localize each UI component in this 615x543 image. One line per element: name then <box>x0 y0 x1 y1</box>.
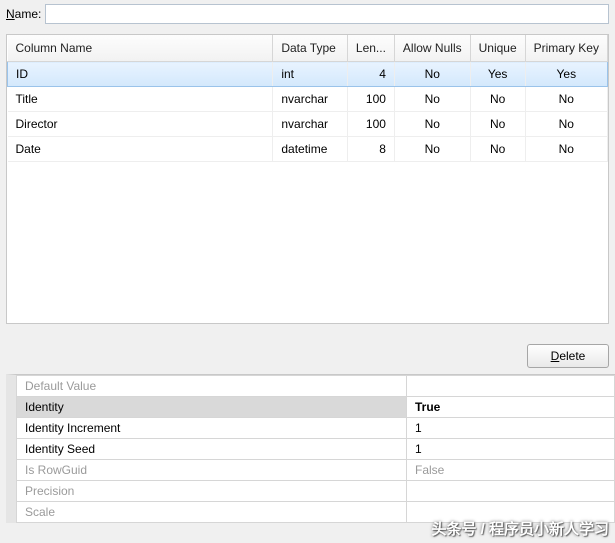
cell-unique[interactable]: No <box>470 87 525 112</box>
property-row[interactable]: IdentityTrue <box>17 397 615 418</box>
table-row[interactable]: Titlenvarchar100NoNoNo <box>8 87 608 112</box>
property-row: Default Value <box>17 376 615 397</box>
column-header[interactable]: Unique <box>470 35 525 62</box>
property-value: False <box>407 460 615 481</box>
cell-pk[interactable]: No <box>525 112 607 137</box>
column-header[interactable]: Data Type <box>273 35 348 62</box>
property-key: Identity Increment <box>17 418 407 439</box>
name-label: Name: <box>6 7 41 21</box>
cell-len[interactable]: 8 <box>347 137 394 162</box>
cell-nulls[interactable]: No <box>394 62 470 87</box>
column-header[interactable]: Primary Key <box>525 35 607 62</box>
cell-len[interactable]: 100 <box>347 112 394 137</box>
table-row[interactable]: Directornvarchar100NoNoNo <box>8 112 608 137</box>
property-key: Precision <box>17 481 407 502</box>
cell-name[interactable]: Director <box>8 112 273 137</box>
property-grid[interactable]: Default ValueIdentityTrueIdentity Increm… <box>6 374 615 523</box>
table-row[interactable]: Datedatetime8NoNoNo <box>8 137 608 162</box>
cell-name[interactable]: ID <box>8 62 273 87</box>
cell-name[interactable]: Date <box>8 137 273 162</box>
cell-unique[interactable]: Yes <box>470 62 525 87</box>
cell-pk[interactable]: No <box>525 87 607 112</box>
property-row[interactable]: Identity Increment1 <box>17 418 615 439</box>
button-row: Delete <box>0 338 615 374</box>
cell-len[interactable]: 100 <box>347 87 394 112</box>
cell-type[interactable]: nvarchar <box>273 112 348 137</box>
column-header[interactable]: Column Name <box>8 35 273 62</box>
delete-button[interactable]: Delete <box>527 344 609 368</box>
cell-len[interactable]: 4 <box>347 62 394 87</box>
property-value[interactable]: 1 <box>407 418 615 439</box>
property-row: Is RowGuidFalse <box>17 460 615 481</box>
cell-nulls[interactable]: No <box>394 112 470 137</box>
cell-name[interactable]: Title <box>8 87 273 112</box>
cell-type[interactable]: int <box>273 62 348 87</box>
property-row: Precision <box>17 481 615 502</box>
columns-grid[interactable]: Column NameData TypeLen...Allow NullsUni… <box>6 34 609 324</box>
name-field-row: Name: <box>0 0 615 30</box>
cell-nulls[interactable]: No <box>394 137 470 162</box>
property-value[interactable]: 1 <box>407 439 615 460</box>
property-value <box>407 376 615 397</box>
property-key: Identity <box>17 397 407 418</box>
property-key: Default Value <box>17 376 407 397</box>
cell-type[interactable]: datetime <box>273 137 348 162</box>
cell-pk[interactable]: Yes <box>525 62 607 87</box>
cell-type[interactable]: nvarchar <box>273 87 348 112</box>
name-input[interactable] <box>45 4 609 24</box>
property-key: Scale <box>17 502 407 523</box>
property-value <box>407 481 615 502</box>
cell-nulls[interactable]: No <box>394 87 470 112</box>
property-row: Scale <box>17 502 615 523</box>
property-row[interactable]: Identity Seed1 <box>17 439 615 460</box>
property-value <box>407 502 615 523</box>
column-header[interactable]: Len... <box>347 35 394 62</box>
gap <box>0 328 615 338</box>
cell-unique[interactable]: No <box>470 137 525 162</box>
cell-pk[interactable]: No <box>525 137 607 162</box>
property-key: Identity Seed <box>17 439 407 460</box>
column-header[interactable]: Allow Nulls <box>394 35 470 62</box>
property-value[interactable]: True <box>407 397 615 418</box>
table-row[interactable]: IDint4NoYesYes <box>8 62 608 87</box>
property-key: Is RowGuid <box>17 460 407 481</box>
cell-unique[interactable]: No <box>470 112 525 137</box>
